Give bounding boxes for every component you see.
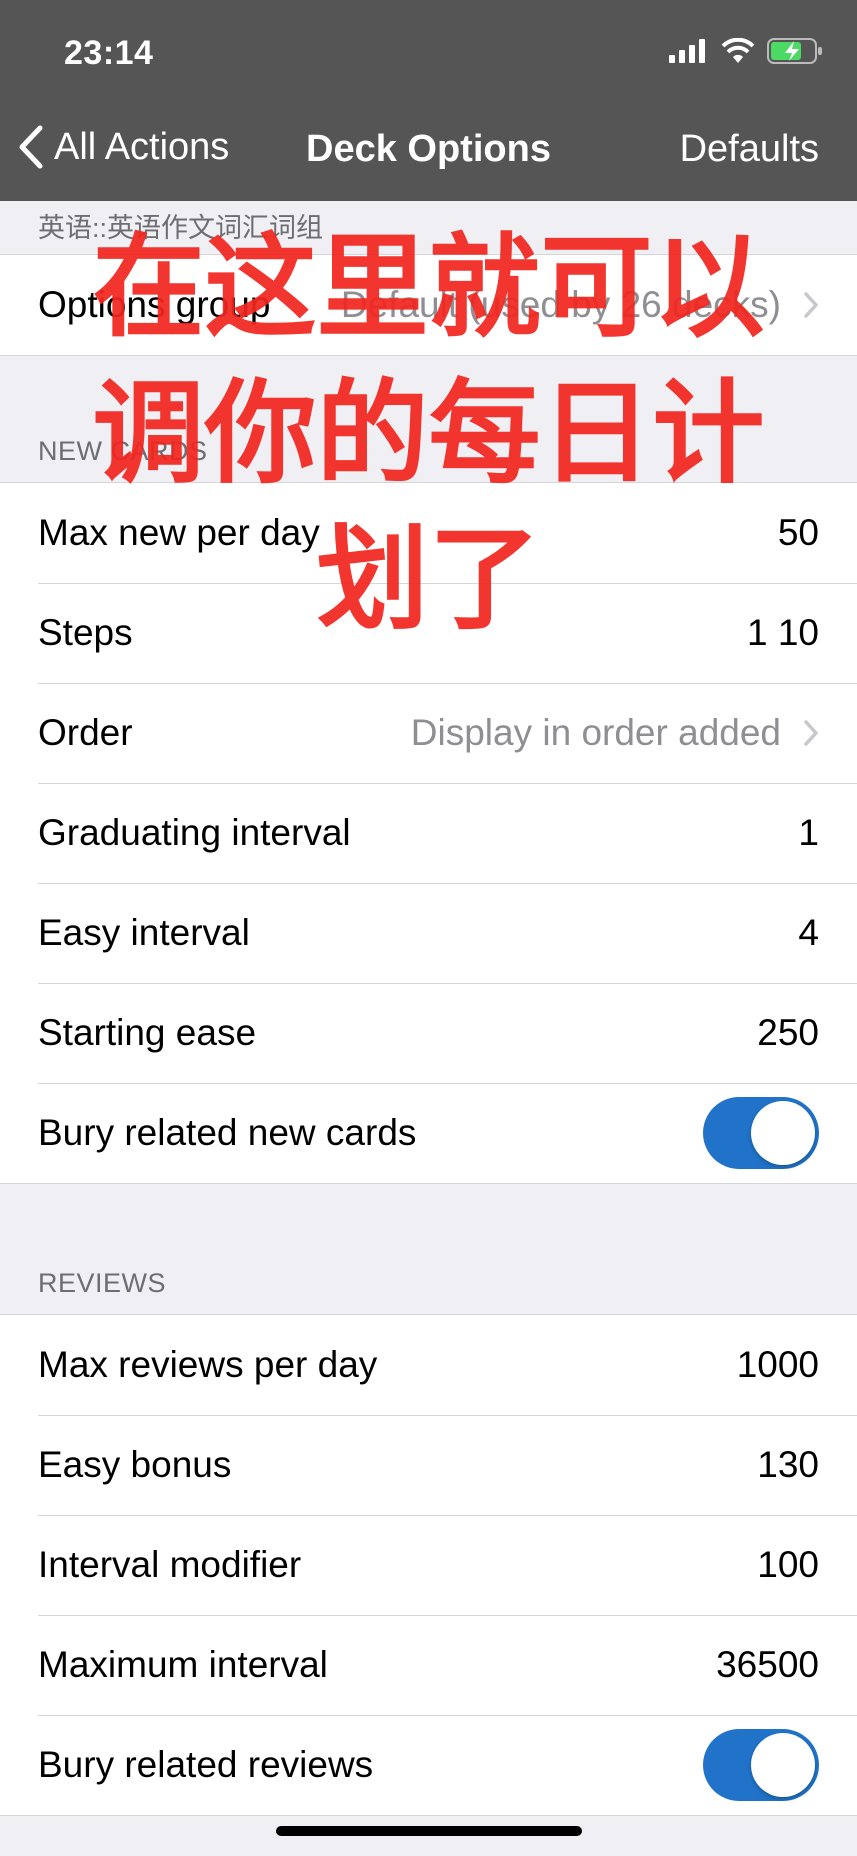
- row-label: Maximum interval: [38, 1644, 328, 1685]
- row-value: 1000: [736, 1344, 819, 1385]
- reviews-section: Max reviews per day 1000 Easy bonus 130 …: [0, 1314, 857, 1816]
- row-label: Max reviews per day: [38, 1344, 378, 1385]
- order-row[interactable]: Order Display in order added: [0, 683, 857, 783]
- row-label: Bury related new cards: [38, 1112, 417, 1153]
- overlay-annotation-line-1: 在这里就可以: [92, 223, 765, 353]
- reviews-header: REVIEWS: [38, 1268, 167, 1298]
- status-icons: [669, 38, 823, 64]
- overlay-annotation-line-3: 划了: [316, 515, 541, 645]
- battery-charging-icon: [767, 38, 822, 64]
- starting-ease-row[interactable]: Starting ease 250: [0, 983, 857, 1083]
- row-label: Interval modifier: [38, 1544, 302, 1585]
- status-time: 23:14: [64, 34, 154, 72]
- row-label: Graduating interval: [38, 812, 351, 853]
- row-value: 1: [798, 812, 819, 853]
- row-value: 36500: [716, 1644, 819, 1685]
- graduating-interval-row[interactable]: Graduating interval 1: [0, 783, 857, 883]
- row-label: Order: [38, 712, 133, 753]
- row-label: Easy bonus: [38, 1444, 232, 1485]
- wifi-icon: [721, 38, 755, 63]
- row-value: 4: [798, 912, 819, 953]
- navigation-bar: 23:14 All Actions Deck Options Defaults: [0, 0, 857, 201]
- cellular-signal-icon: [669, 39, 705, 63]
- max-reviews-per-day-row[interactable]: Max reviews per day 1000: [0, 1315, 857, 1415]
- home-indicator: [276, 1826, 582, 1836]
- bury-related-new-cards-row: Bury related new cards: [0, 1083, 857, 1183]
- overlay-annotation-line-2: 调你的每日计: [92, 369, 765, 499]
- chevron-right-icon: [803, 719, 819, 747]
- interval-modifier-row[interactable]: Interval modifier 100: [0, 1515, 857, 1615]
- row-value: 130: [757, 1444, 819, 1485]
- bury-new-cards-toggle[interactable]: [703, 1097, 819, 1169]
- easy-interval-row[interactable]: Easy interval 4: [0, 883, 857, 983]
- maximum-interval-row[interactable]: Maximum interval 36500: [0, 1615, 857, 1715]
- row-value: Display in order added: [410, 712, 781, 753]
- toggle-knob: [751, 1733, 815, 1797]
- row-label: Bury related reviews: [38, 1744, 374, 1785]
- toggle-knob: [751, 1101, 815, 1165]
- bury-reviews-toggle[interactable]: [703, 1729, 819, 1801]
- row-label: Starting ease: [38, 1012, 257, 1053]
- row-value: 100: [757, 1544, 819, 1585]
- bury-related-reviews-row: Bury related reviews: [0, 1715, 857, 1815]
- row-value: 250: [757, 1012, 819, 1053]
- defaults-button[interactable]: Defaults: [680, 128, 819, 171]
- easy-bonus-row[interactable]: Easy bonus 130: [0, 1415, 857, 1515]
- row-label: Easy interval: [38, 912, 250, 953]
